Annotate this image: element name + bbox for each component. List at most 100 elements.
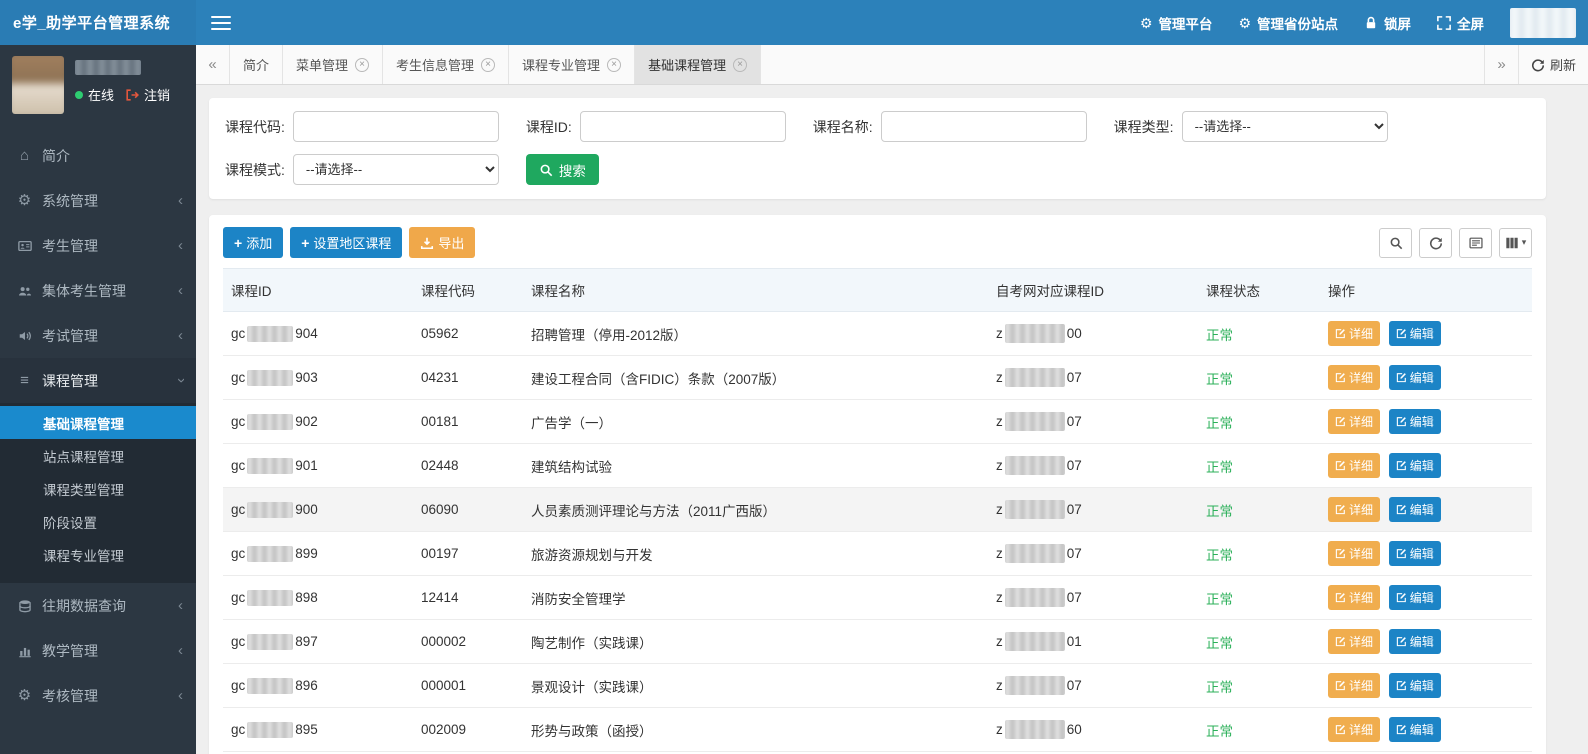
close-icon[interactable]: × <box>607 58 621 72</box>
edit-button[interactable]: 编辑 <box>1389 585 1441 610</box>
course-id-prefix: gc <box>231 590 245 605</box>
manage-platform-button[interactable]: ⚙ 管理平台 <box>1140 13 1213 33</box>
sidebar-subitem-course-type-management[interactable]: 课程类型管理 <box>0 472 196 505</box>
detail-button[interactable]: 详细 <box>1328 365 1380 390</box>
edit-button[interactable]: 编辑 <box>1389 541 1441 566</box>
online-dot-icon <box>75 91 83 99</box>
site-id-prefix: z <box>996 546 1003 561</box>
detail-button[interactable]: 详细 <box>1328 541 1380 566</box>
course-mode-select[interactable]: --请选择-- <box>293 154 499 185</box>
chevron-left-icon: ‹ <box>178 238 183 253</box>
detail-button[interactable]: 详细 <box>1328 453 1380 478</box>
sidebar-subitem-stage-settings[interactable]: 阶段设置 <box>0 505 196 538</box>
sidebar-item-teaching-management[interactable]: 教学管理 ‹ <box>0 628 196 673</box>
status-badge: 正常 <box>1206 592 1233 607</box>
edit-square-icon <box>1335 592 1346 603</box>
edit-square-icon <box>1335 724 1346 735</box>
edit-button[interactable]: 编辑 <box>1389 497 1441 522</box>
export-button-label: 导出 <box>438 233 464 252</box>
search-button[interactable]: 搜索 <box>526 154 599 185</box>
sidebar-subitem-basic-course-management[interactable]: 基础课程管理 <box>0 406 196 439</box>
course-type-select[interactable]: --请选择-- <box>1182 111 1388 142</box>
gear-icon: ⚙ <box>16 193 33 208</box>
site-id-suffix: 07 <box>1067 458 1082 473</box>
sidebar-item-examinee-management[interactable]: 考生管理 ‹ <box>0 223 196 268</box>
course-name-input[interactable] <box>881 111 1087 142</box>
fullscreen-button[interactable]: 全屏 <box>1437 13 1484 33</box>
detail-button[interactable]: 详细 <box>1328 585 1380 610</box>
sidebar-item-system-management[interactable]: ⚙ 系统管理 ‹ <box>0 178 196 223</box>
manage-province-sites-button[interactable]: ⚙ 管理省份站点 <box>1238 13 1338 33</box>
table-header-row: 课程ID 课程代码 课程名称 自考网对应课程ID 课程状态 操作 <box>223 269 1532 312</box>
chevron-down-icon: ‹ <box>173 378 188 383</box>
table-row: gc901 02448 建筑结构试验 z07 正常 详细 编辑 <box>223 444 1532 488</box>
table-card-view-button[interactable] <box>1459 228 1492 258</box>
status-badge: 正常 <box>1206 460 1233 475</box>
site-id-suffix: 07 <box>1067 370 1082 385</box>
lock-screen-button[interactable]: 锁屏 <box>1364 13 1411 33</box>
course-table-panel: + 添加 + 设置地区课程 导出 <box>209 215 1546 754</box>
course-code-input[interactable] <box>293 111 499 142</box>
header-course-name: 课程名称 <box>523 269 988 312</box>
hamburger-menu-icon[interactable] <box>211 16 231 30</box>
close-icon[interactable]: × <box>355 58 369 72</box>
course-code: 05962 <box>413 312 523 356</box>
course-name: 广告学（一） <box>523 400 988 444</box>
edit-button[interactable]: 编辑 <box>1389 409 1441 434</box>
edit-square-icon <box>1396 724 1407 735</box>
search-button-label: 搜索 <box>559 160 586 180</box>
export-button[interactable]: 导出 <box>409 227 475 258</box>
tab-intro[interactable]: 简介 <box>230 45 283 84</box>
status-badge: 正常 <box>1206 548 1233 563</box>
tabs-scroll-left-button[interactable]: « <box>196 45 230 84</box>
close-icon[interactable]: × <box>733 58 747 72</box>
detail-button[interactable]: 详细 <box>1328 409 1380 434</box>
sidebar-item-exam-management[interactable]: 考试管理 ‹ <box>0 313 196 358</box>
detail-button[interactable]: 详细 <box>1328 629 1380 654</box>
edit-button[interactable]: 编辑 <box>1389 717 1441 742</box>
sidebar-item-past-data-query[interactable]: 往期数据查询 ‹ <box>0 583 196 628</box>
course-id-input[interactable] <box>580 111 786 142</box>
sidebar-item-assessment-management[interactable]: ⚙ 考核管理 ‹ <box>0 673 196 718</box>
manage-platform-label: 管理平台 <box>1158 13 1212 33</box>
edit-button[interactable]: 编辑 <box>1389 629 1441 654</box>
caret-down-icon: ▾ <box>1522 238 1527 247</box>
edit-button[interactable]: 编辑 <box>1389 673 1441 698</box>
sidebar-subitem-course-major-management[interactable]: 课程专业管理 <box>0 538 196 571</box>
course-id-prefix: gc <box>231 370 245 385</box>
chevron-left-icon: ‹ <box>178 283 183 298</box>
tab-basic-course-management[interactable]: 基础课程管理 × <box>635 45 761 84</box>
redacted-site-id-segment <box>1005 588 1065 607</box>
refresh-tab-button[interactable]: 刷新 <box>1518 45 1588 84</box>
edit-square-icon <box>1335 328 1346 339</box>
sidebar-item-group-examinee-management[interactable]: 集体考生管理 ‹ <box>0 268 196 313</box>
course-id-prefix: gc <box>231 326 245 341</box>
tab-course-major-management[interactable]: 课程专业管理 × <box>509 45 635 84</box>
detail-button[interactable]: 详细 <box>1328 497 1380 522</box>
edit-button[interactable]: 编辑 <box>1389 453 1441 478</box>
detail-button[interactable]: 详细 <box>1328 321 1380 346</box>
logout-link[interactable]: 注销 <box>144 85 170 104</box>
table-refresh-button[interactable] <box>1419 228 1452 258</box>
online-status: 在线 <box>88 85 114 104</box>
table-columns-button[interactable]: ▾ <box>1499 228 1532 258</box>
sidebar-item-course-management[interactable]: ≡ 课程管理 ‹ <box>0 358 196 403</box>
main-area: « 简介 菜单管理 × 考生信息管理 × 课程专业管理 × 基础课程管理 <box>196 45 1588 754</box>
tabs-scroll-right-button[interactable]: » <box>1484 45 1518 84</box>
tab-examinee-info-management[interactable]: 考生信息管理 × <box>383 45 509 84</box>
set-region-course-button[interactable]: + 设置地区课程 <box>290 227 402 258</box>
course-code-label: 课程代码: <box>225 117 285 137</box>
tab-menu-management[interactable]: 菜单管理 × <box>283 45 383 84</box>
bar-chart-icon <box>16 644 33 658</box>
course-id-prefix: gc <box>231 458 245 473</box>
sidebar-item-intro[interactable]: ⌂ 简介 <box>0 133 196 178</box>
table-search-toggle-button[interactable] <box>1379 228 1412 258</box>
add-button[interactable]: + 添加 <box>223 227 283 258</box>
sidebar-subitem-site-course-management[interactable]: 站点课程管理 <box>0 439 196 472</box>
detail-button[interactable]: 详细 <box>1328 717 1380 742</box>
edit-button[interactable]: 编辑 <box>1389 321 1441 346</box>
close-icon[interactable]: × <box>481 58 495 72</box>
edit-button[interactable]: 编辑 <box>1389 365 1441 390</box>
edit-square-icon <box>1396 460 1407 471</box>
detail-button[interactable]: 详细 <box>1328 673 1380 698</box>
